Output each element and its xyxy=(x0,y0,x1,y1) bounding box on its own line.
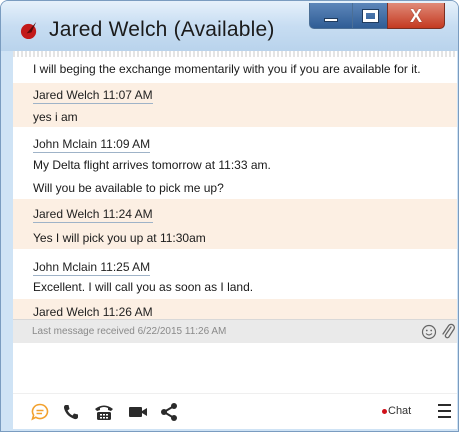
message-block: Jared Welch 11:26 AM xyxy=(13,299,457,319)
menu-icon[interactable] xyxy=(438,404,451,418)
video-camera-icon[interactable] xyxy=(127,402,149,422)
message-block: John Mclain 11:09 AM My Delta flight arr… xyxy=(13,127,457,199)
emoticon-icon[interactable] xyxy=(421,324,437,340)
message-block: I will beging the exchange momentarily w… xyxy=(13,51,457,83)
message-text: Will you be available to pick me up? xyxy=(33,181,224,195)
share-icon[interactable] xyxy=(159,402,179,422)
last-message-status: Last message received 6/22/2015 11:26 AM xyxy=(32,326,227,337)
chat-status-label[interactable]: Chat xyxy=(388,405,411,417)
desk-phone-icon[interactable] xyxy=(93,402,115,422)
message-text: Excellent. I will call you as soon as I … xyxy=(33,280,254,294)
maximize-button[interactable] xyxy=(352,3,388,29)
message-text: yes i am xyxy=(33,110,78,124)
close-icon: X xyxy=(409,5,422,26)
message-header: Jared Welch 11:07 AM xyxy=(33,88,153,104)
message-text: I will beging the exchange momentarily w… xyxy=(33,62,421,76)
message-input[interactable] xyxy=(13,343,457,393)
maximize-icon xyxy=(361,8,379,23)
message-block: Jared Welch 11:07 AM yes i am xyxy=(13,83,457,127)
presence-indicator xyxy=(382,409,387,414)
minimize-button[interactable] xyxy=(309,3,353,29)
app-logo-icon xyxy=(20,21,37,40)
message-block: John Mclain 11:25 AM Excellent. I will c… xyxy=(13,249,457,299)
title-bar[interactable]: Jared Welch (Available) X xyxy=(1,1,458,51)
phone-icon[interactable] xyxy=(62,402,80,422)
message-header: John Mclain 11:25 AM xyxy=(33,260,151,276)
message-header: Jared Welch 11:24 AM xyxy=(33,207,153,223)
attachment-icon[interactable] xyxy=(441,323,455,341)
message-header: Jared Welch 11:26 AM xyxy=(33,305,153,319)
conversation-history[interactable]: I will beging the exchange momentarily w… xyxy=(13,51,457,319)
chat-bubble-icon[interactable] xyxy=(30,402,50,422)
bottom-toolbar: Chat xyxy=(13,393,457,429)
message-header: John Mclain 11:09 AM xyxy=(33,137,151,153)
window-title: Jared Welch (Available) xyxy=(49,18,275,41)
message-text: Yes I will pick you up at 11:30am xyxy=(33,231,206,245)
close-button[interactable]: X xyxy=(387,3,445,29)
status-bar: Last message received 6/22/2015 11:26 AM xyxy=(13,319,457,343)
message-text: My Delta flight arrives tomorrow at 11:3… xyxy=(33,158,271,172)
message-block: Jared Welch 11:24 AM Yes I will pick you… xyxy=(13,199,457,249)
minimize-icon xyxy=(324,17,338,22)
chat-window: Jared Welch (Available) X I will beging … xyxy=(0,0,459,432)
